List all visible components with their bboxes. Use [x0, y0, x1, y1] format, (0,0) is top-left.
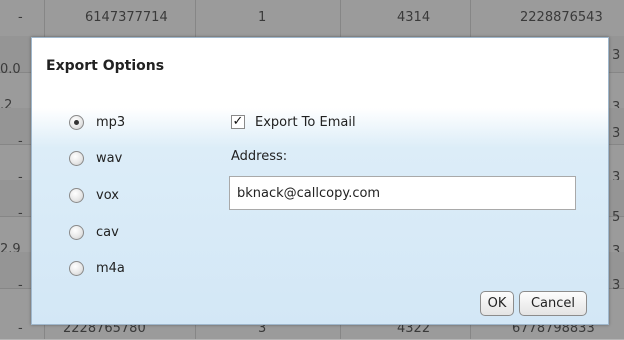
- format-option-cav[interactable]: cav: [69, 222, 119, 242]
- format-label: m4a: [96, 260, 125, 276]
- email-address-input[interactable]: [229, 176, 576, 210]
- cancel-button[interactable]: Cancel: [519, 291, 587, 316]
- format-label: cav: [96, 224, 119, 240]
- format-option-m4a[interactable]: m4a: [69, 258, 125, 278]
- format-label: mp3: [96, 114, 126, 130]
- export-to-email-label: Export To Email: [255, 114, 356, 130]
- ok-button[interactable]: OK: [480, 291, 514, 316]
- format-option-wav[interactable]: wav: [69, 148, 122, 168]
- address-label: Address:: [231, 149, 288, 164]
- format-option-vox[interactable]: vox: [69, 185, 119, 205]
- radio-button-checked-icon[interactable]: [69, 114, 84, 130]
- radio-button-icon[interactable]: [69, 150, 84, 166]
- format-option-mp3[interactable]: mp3: [69, 112, 125, 132]
- format-label: vox: [96, 187, 119, 203]
- format-label: wav: [96, 150, 123, 166]
- radio-button-icon[interactable]: [69, 260, 84, 276]
- export-to-email-option[interactable]: ✓ Export To Email: [231, 112, 356, 132]
- dialog-title: Export Options: [46, 58, 165, 74]
- radio-button-icon[interactable]: [69, 187, 84, 203]
- checkbox-checked-icon[interactable]: ✓: [231, 115, 245, 129]
- export-options-dialog: Export Options mp3 wav vox cav m4a ✓ Exp…: [31, 37, 609, 325]
- radio-button-icon[interactable]: [69, 224, 84, 240]
